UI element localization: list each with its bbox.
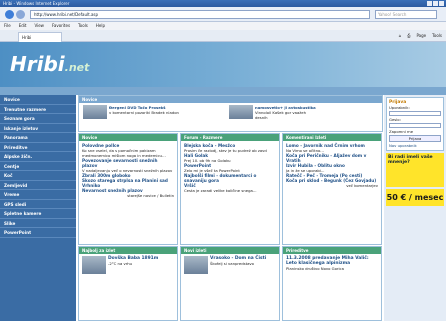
forum-column: Forum - Razmere Blejska koča - Mesžco Pr… [180,133,280,245]
menu-bar: File Edit View Favorites Tools Help [0,22,446,30]
sidebar-item-slike[interactable]: Slike [0,219,76,228]
window-controls [427,1,444,6]
news-column: Novice Polovdne pollce Ko sne vselel, da… [78,133,178,245]
url-input[interactable]: http://www.hribi.net/Default.asp [30,10,370,19]
trip-title[interactable]: Koča pri Peričniku - Aljažev dom v Vrati… [286,153,378,163]
sidebar: Novice Trenutne razmere Seznam gora Iska… [0,95,76,321]
column-heading: Komentirani Izleti [283,134,381,141]
forum-title[interactable]: Najbolši filmi - dokumentarci o snavanij… [184,173,276,183]
sidebar-item-koce[interactable]: Koč [0,171,76,181]
menu-favorites[interactable]: Favorites [52,22,70,30]
sidebar-item-gps[interactable]: GPS sledi [0,200,76,209]
forward-button[interactable] [16,10,25,19]
more-trips-link[interactable]: več komentarjev [286,183,378,188]
trip-photo[interactable] [82,256,106,274]
register-link[interactable]: Nov uporabnik [389,143,441,148]
menu-help[interactable]: Help [96,22,105,30]
column-heading: Novi izleti [181,247,279,254]
print-icon[interactable]: ⎙ [407,32,410,40]
events-box: Prireditve 11.3.2008 predavanje Miha Val… [282,246,382,321]
browser-tab[interactable]: Hribi [18,32,62,42]
window-titlebar: Hribi - Windows Internet Explorer [0,0,446,7]
column-heading: Novice [79,134,177,141]
menu-view[interactable]: View [34,22,44,30]
language-bar [0,87,446,95]
ad-text: Bi radi imeli vaše mnenje? [388,155,433,165]
menu-edit[interactable]: Edit [19,22,27,30]
remember-checkbox[interactable]: Zapomni me [389,129,441,134]
column-heading: Prireditve [283,247,381,254]
sidebar-item-novice[interactable]: Novice [0,95,76,105]
right-sidebar: Prijava Uporabnik: Geslo: Zapomni me Pri… [384,95,446,321]
window-title: Hribi - Windows Internet Explorer [3,1,70,6]
more-news-link[interactable]: starejše novice / Bulletin [82,193,174,198]
trips-column: Komentirani Izleti Lomo - Javornik nad Č… [282,133,382,245]
menu-tools[interactable]: Tools [78,22,88,30]
news-title[interactable]: Povezovanje sevarnosti snežnih plazov [82,158,174,168]
site-banner: Hribi.net [0,42,446,87]
main-content: Novice Ðergeni DVD Točo Prosekš v koment… [78,95,383,321]
news-heading: Novice [79,96,382,103]
sidebar-item-prireditve[interactable]: Prireditve [0,143,76,152]
sidebar-item-izleti[interactable]: Iskanje izletov [0,124,76,133]
sidebar-item-panorama[interactable]: Panorama [0,133,76,143]
home-icon[interactable]: ⌂ [399,32,402,40]
sidebar-item-vreme[interactable]: Vreme [0,190,76,200]
page-menu[interactable]: Page [416,32,426,40]
best-trip-box: Najbolj za izlet Dovška Baba 1891m -2°C … [78,246,178,321]
browser-toolbar: Hribi ⌂ ⎙ Page Tools [0,30,446,42]
sidebar-item-razmere[interactable]: Trenutne razmere [0,105,76,114]
event-title[interactable]: 11.3.2008 predavanje Miha Valič: Leto kl… [286,256,378,266]
sidebar-item-centje[interactable]: Centje [0,162,76,171]
ad-price-banner[interactable]: 50 € / mesec [386,189,444,206]
login-box: Prijava Uporabnik: Geslo: Zapomni me Pri… [386,97,444,151]
maximize-icon[interactable] [433,1,438,6]
forum-text: Cesta je zaradi velike količine snega… [184,188,257,193]
column-heading: Najbolj za izlet [79,247,177,254]
featured-news: Novice Ðergeni DVD Točo Prosekš v koment… [78,95,383,132]
tools-menu[interactable]: Tools [432,32,442,40]
username-field[interactable] [389,111,441,116]
news-thumbnail[interactable] [229,105,253,119]
search-input[interactable]: Yahoo! Search [375,10,437,19]
minimize-icon[interactable] [427,1,432,6]
sidebar-item-kamere[interactable]: Spletne kamere [0,209,76,219]
news-thumbnail[interactable] [83,105,107,119]
sidebar-item-zemljevid[interactable]: Zemljevid [0,181,76,190]
event-text: Planinsko društvo Novo Gorica [286,266,344,271]
sidebar-item-zicnice[interactable]: Alpske žičn. [0,152,76,162]
sidebar-item-powerpoint[interactable]: PowerPoint [0,228,76,238]
column-heading: Forum - Razmere [181,134,279,141]
close-icon[interactable] [439,1,444,6]
new-trips-box: Novi izleti Vrasoko - Dom na Čisti Škofe… [180,246,280,321]
password-label: Geslo: [389,117,401,122]
web-page: Hribi.net Novice Trenutne razmere Seznam… [0,42,446,321]
back-button[interactable] [5,10,14,19]
address-bar: http://www.hribi.net/Default.asp Yahoo! … [0,7,446,22]
password-field[interactable] [389,123,441,128]
username-label: Uporabnik: [389,105,410,110]
site-logo[interactable]: Hribi.net [10,52,89,76]
menu-file[interactable]: File [4,22,11,30]
ad-banner[interactable]: Bi radi imeli vaše mnenje? [386,153,444,187]
trip-photo[interactable] [184,256,208,274]
news-text: Ko sne vselel, da s pomočnim pakizam med… [82,148,166,158]
toolbar-tools: ⌂ ⎙ Page Tools [399,32,442,40]
news-title[interactable]: Skozo starega strplsa na Planini sad Vrh… [82,178,174,188]
sidebar-item-gora[interactable]: Seznam gora [0,114,76,124]
login-button[interactable]: Prijava [389,135,441,142]
